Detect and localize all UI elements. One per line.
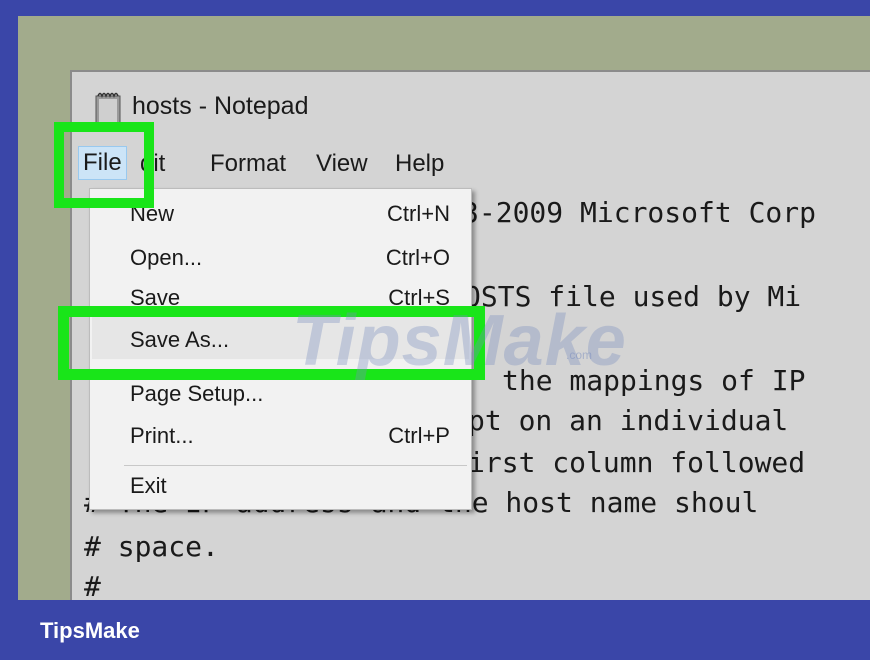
- menu-item-label: Exit: [130, 473, 167, 498]
- editor-line: irst column followed: [468, 446, 806, 479]
- editor-line: #: [84, 570, 101, 603]
- menu-separator: [124, 465, 467, 466]
- menu-view[interactable]: View: [316, 150, 368, 178]
- menu-item-exit[interactable]: Exit: [130, 473, 450, 499]
- menu-item-shortcut: Ctrl+O: [385, 245, 450, 270]
- menu-item-label: Page Setup...: [130, 381, 264, 406]
- menu-format[interactable]: Format: [210, 150, 286, 178]
- window-title: hosts - Notepad: [132, 92, 309, 120]
- menu-item-new[interactable]: New Ctrl+N: [130, 201, 450, 227]
- footer-bar: TipsMake: [0, 600, 870, 660]
- menu-item-open[interactable]: Open... Ctrl+O: [130, 245, 450, 271]
- editor-line: # space.: [84, 530, 219, 563]
- editor-line: 3-2009 Microsoft Corp: [462, 196, 817, 229]
- watermark-suffix: .com: [566, 348, 593, 362]
- menu-help[interactable]: Help: [395, 150, 444, 178]
- title-bar: hosts - Notepad: [72, 72, 870, 140]
- menu-item-shortcut: Ctrl+P: [388, 423, 450, 448]
- menu-item-label: Open...: [130, 245, 203, 270]
- watermark-text: TipsMake: [292, 301, 627, 381]
- menu-item-print[interactable]: Print... Ctrl+P: [130, 423, 450, 449]
- menu-item-shortcut: Ctrl+N: [387, 201, 450, 226]
- editor-line: pt on an individual: [468, 404, 789, 437]
- menu-bar: File dit Format View Help: [72, 144, 870, 184]
- menu-item-label: Print...: [130, 423, 194, 448]
- file-menu-highlight-box: [54, 122, 154, 208]
- brand-logo-text: TipsMake: [40, 618, 140, 643]
- menu-item-page-setup[interactable]: Page Setup...: [130, 381, 450, 407]
